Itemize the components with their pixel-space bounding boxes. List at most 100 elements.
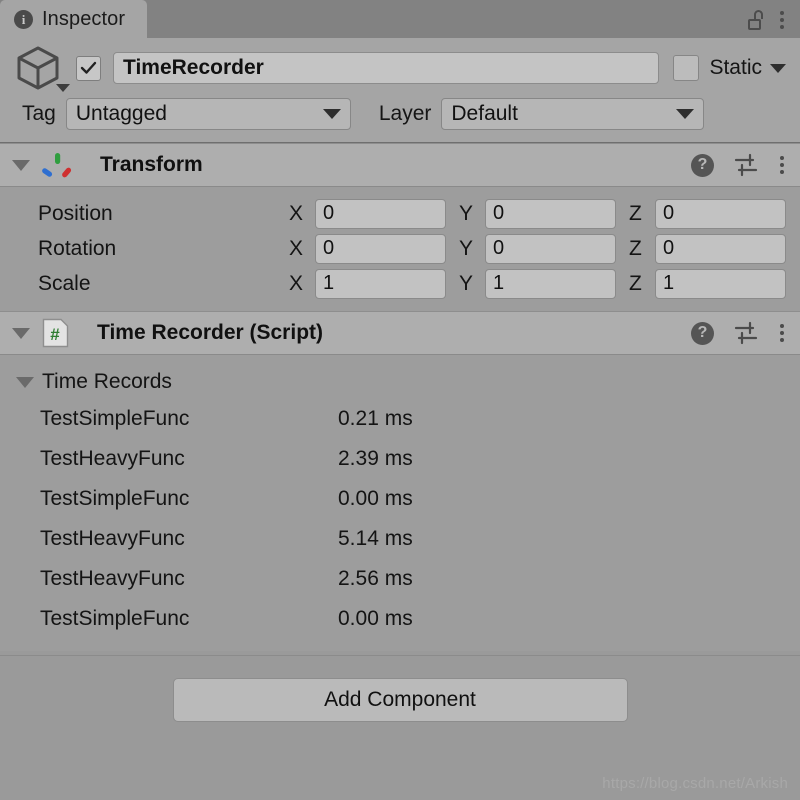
info-icon: i	[14, 9, 33, 29]
cube-icon[interactable]	[14, 42, 76, 94]
scale-x-input[interactable]: 1	[315, 268, 446, 299]
gameobject-header: TimeRecorder Static Tag Untagged Layer D…	[0, 38, 800, 143]
component-header-time-recorder[interactable]: # Time Recorder (Script) ?	[0, 311, 800, 355]
record-value: 0.00 ms	[338, 607, 413, 630]
layer-dropdown[interactable]: Default	[441, 98, 705, 130]
layer-group: Layer Default	[379, 98, 705, 130]
axis-letter-y: Y	[459, 271, 474, 295]
record-value: 5.14 ms	[338, 527, 413, 550]
lock-open-icon[interactable]	[747, 10, 764, 30]
script-foldout-icon[interactable]	[12, 327, 30, 339]
script-header-actions: ?	[691, 321, 786, 345]
record-value: 2.56 ms	[338, 567, 413, 590]
transform-title: Transform	[100, 153, 203, 176]
static-checkbox[interactable]	[673, 55, 700, 81]
transform-foldout-icon[interactable]	[12, 159, 30, 171]
svg-text:#: #	[50, 325, 60, 344]
add-component-button[interactable]: Add Component	[172, 678, 628, 722]
position-y-input[interactable]: 0	[485, 198, 616, 229]
record-value: 0.00 ms	[338, 487, 413, 510]
list-item: TestSimpleFunc 0.00 ms	[0, 479, 800, 519]
transform-body: Position X 0 Y 0 Z 0 Rotation X 0 Y 0 Z …	[0, 187, 800, 311]
scale-y: Y 1	[459, 268, 616, 299]
script-title: Time Recorder (Script)	[97, 321, 324, 344]
script-body: Time Records TestSimpleFunc 0.21 ms Test…	[0, 355, 800, 651]
chevron-down-icon	[322, 109, 341, 119]
list-item: TestSimpleFunc 0.00 ms	[0, 599, 800, 639]
kebab-menu-icon[interactable]	[778, 9, 786, 31]
rotation-x: X 0	[289, 233, 446, 264]
transform-axis-icon	[42, 153, 72, 178]
cube-dropdown-caret-icon[interactable]	[56, 84, 70, 92]
record-name: TestHeavyFunc	[40, 567, 185, 590]
layer-label: Layer	[378, 102, 432, 125]
layer-value: Default	[451, 102, 518, 125]
axis-letter-z: Z	[629, 236, 642, 260]
static-label: Static	[709, 56, 762, 79]
axis-letter-z: Z	[629, 201, 642, 225]
axis-letter-z: Z	[629, 271, 642, 295]
csharp-script-icon: #	[42, 318, 69, 348]
axis-letter-x: X	[289, 271, 304, 295]
rotation-y-input[interactable]: 0	[485, 233, 616, 264]
transform-row-position: Position X 0 Y 0 Z 0	[0, 196, 800, 231]
rotation-x-input[interactable]: 0	[315, 233, 446, 264]
rotation-y: Y 0	[459, 233, 616, 264]
gameobject-name-input[interactable]: TimeRecorder	[113, 52, 660, 84]
position-x-input[interactable]: 0	[315, 198, 446, 229]
help-icon[interactable]: ?	[691, 321, 714, 345]
position-x: X 0	[289, 198, 446, 229]
record-name: TestSimpleFunc	[40, 607, 190, 630]
record-name: TestSimpleFunc	[40, 487, 190, 510]
tag-label: Tag	[22, 102, 56, 125]
record-name: TestHeavyFunc	[40, 447, 185, 470]
scale-x: X 1	[289, 268, 446, 299]
rotation-z: Z 0	[629, 233, 786, 264]
kebab-menu-icon[interactable]	[778, 154, 786, 176]
time-records-label: Time Records	[42, 370, 172, 393]
time-records-foldout-row[interactable]: Time Records	[0, 365, 800, 399]
gameobject-tag-layer-row: Tag Untagged Layer Default	[14, 98, 786, 130]
rotation-z-input[interactable]: 0	[655, 233, 786, 264]
scale-z-input[interactable]: 1	[655, 268, 786, 299]
tag-dropdown[interactable]: Untagged	[65, 98, 351, 130]
rotation-label: Rotation	[38, 236, 117, 260]
gameobject-name-row: TimeRecorder Static	[14, 46, 786, 92]
preset-sliders-icon[interactable]	[733, 153, 759, 177]
preset-sliders-icon[interactable]	[733, 321, 759, 345]
scale-y-input[interactable]: 1	[485, 268, 616, 299]
position-label: Position	[38, 201, 113, 225]
watermark: https://blog.csdn.net/Arkish	[602, 775, 788, 792]
axis-letter-x: X	[289, 201, 304, 225]
scale-z: Z 1	[629, 268, 786, 299]
inspector-footer: Add Component	[0, 655, 800, 722]
record-value: 2.39 ms	[338, 447, 413, 470]
transform-header-actions: ?	[691, 153, 786, 177]
static-dropdown-caret-icon[interactable]	[770, 63, 786, 73]
position-y: Y 0	[459, 198, 616, 229]
chevron-down-icon	[676, 109, 695, 119]
position-z: Z 0	[629, 198, 786, 229]
record-value: 0.21 ms	[338, 407, 413, 430]
axis-letter-y: Y	[459, 236, 474, 260]
list-item: TestHeavyFunc 5.14 ms	[0, 519, 800, 559]
transform-row-scale: Scale X 1 Y 1 Z 1	[0, 266, 800, 301]
list-item: TestSimpleFunc 0.21 ms	[0, 399, 800, 439]
axis-letter-y: Y	[459, 201, 474, 225]
transform-row-rotation: Rotation X 0 Y 0 Z 0	[0, 231, 800, 266]
tabbar-actions	[747, 9, 800, 38]
inspector-tabbar: i Inspector	[0, 0, 800, 38]
scale-label: Scale	[38, 271, 91, 295]
tab-inspector[interactable]: i Inspector	[0, 0, 148, 38]
list-item: TestHeavyFunc 2.39 ms	[0, 439, 800, 479]
position-z-input[interactable]: 0	[655, 198, 786, 229]
list-item: TestHeavyFunc 2.56 ms	[0, 559, 800, 599]
time-records-foldout-icon[interactable]	[16, 376, 34, 388]
kebab-menu-icon[interactable]	[778, 322, 786, 344]
axis-letter-x: X	[289, 236, 304, 260]
component-header-transform[interactable]: Transform ?	[0, 143, 800, 187]
help-icon[interactable]: ?	[691, 153, 714, 177]
gameobject-enabled-checkbox[interactable]	[76, 55, 101, 81]
tag-value: Untagged	[75, 102, 167, 125]
record-name: TestHeavyFunc	[40, 527, 185, 550]
